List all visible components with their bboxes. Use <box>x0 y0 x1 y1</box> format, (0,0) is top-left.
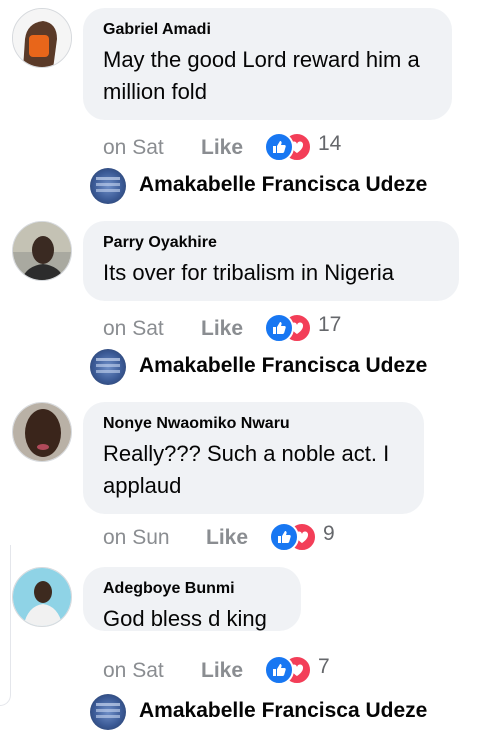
comment-timestamp[interactable]: on Sun <box>103 526 170 550</box>
comment-timestamp[interactable]: on Sat <box>103 317 164 341</box>
like-reaction-icon <box>264 132 294 162</box>
reply-avatar[interactable] <box>90 168 126 204</box>
reply-avatar[interactable] <box>90 694 126 730</box>
reaction-summary[interactable]: 9 <box>269 522 369 552</box>
avatar[interactable] <box>12 402 72 462</box>
comment-text: Really??? Such a noble act. I applaud <box>103 441 390 498</box>
like-button[interactable]: Like <box>206 526 248 550</box>
comment-meta: on Sat Like 14 <box>103 132 363 162</box>
like-reaction-icon <box>264 313 294 343</box>
comment-text: Its over for tribalism in Nigeria <box>103 260 394 285</box>
avatar[interactable] <box>12 567 72 627</box>
thread-connector-line <box>0 545 11 706</box>
comment-text: God bless d king <box>103 606 267 631</box>
reply-row[interactable]: Amakabelle Francisca Udeze <box>90 694 470 734</box>
comment-meta: on Sun Like 9 <box>103 522 363 552</box>
reaction-summary[interactable]: 17 <box>264 313 364 343</box>
reply-row[interactable]: Amakabelle Francisca Udeze <box>90 168 470 208</box>
reaction-count: 14 <box>318 132 342 155</box>
reaction-count: 9 <box>323 522 335 545</box>
comment-author[interactable]: Parry Oyakhire <box>103 233 439 253</box>
reply-row[interactable]: Amakabelle Francisca Udeze <box>90 349 470 389</box>
reply-author[interactable]: Amakabelle Francisca Udeze <box>139 354 427 378</box>
comment-bubble: Nonye Nwaomiko Nwaru Really??? Such a no… <box>83 402 424 514</box>
reaction-summary[interactable]: 7 <box>264 655 364 685</box>
comment-author[interactable]: Adegboye Bunmi <box>103 579 281 599</box>
comment-nonye-nwaomiko-nwaru: Nonye Nwaomiko Nwaru Really??? Such a no… <box>12 402 472 562</box>
comment-meta: on Sat Like 7 <box>103 655 363 685</box>
comment-bubble: Parry Oyakhire Its over for tribalism in… <box>83 221 459 301</box>
reply-author[interactable]: Amakabelle Francisca Udeze <box>139 699 427 723</box>
reaction-count: 17 <box>318 313 342 336</box>
reaction-summary[interactable]: 14 <box>264 132 364 162</box>
comment-timestamp[interactable]: on Sat <box>103 136 164 160</box>
avatar[interactable] <box>12 8 72 68</box>
comment-bubble: Adegboye Bunmi God bless d king <box>83 567 301 631</box>
comment-timestamp[interactable]: on Sat <box>103 659 164 683</box>
reply-avatar[interactable] <box>90 349 126 385</box>
comment-parry-oyakhire: Parry Oyakhire Its over for tribalism in… <box>12 221 472 391</box>
comment-gabriel-amadi: Gabriel Amadi May the good Lord reward h… <box>12 8 472 218</box>
like-button[interactable]: Like <box>201 317 243 341</box>
like-reaction-icon <box>269 522 299 552</box>
like-reaction-icon <box>264 655 294 685</box>
like-button[interactable]: Like <box>201 659 243 683</box>
comment-meta: on Sat Like 17 <box>103 313 363 343</box>
comment-text: May the good Lord reward him a million f… <box>103 47 420 104</box>
comment-adegboye-bunmi: Adegboye Bunmi God bless d king on Sat L… <box>12 567 472 742</box>
like-button[interactable]: Like <box>201 136 243 160</box>
comment-author[interactable]: Gabriel Amadi <box>103 20 432 40</box>
comment-bubble: Gabriel Amadi May the good Lord reward h… <box>83 8 452 120</box>
reply-author[interactable]: Amakabelle Francisca Udeze <box>139 173 427 197</box>
comment-author[interactable]: Nonye Nwaomiko Nwaru <box>103 414 404 434</box>
reaction-count: 7 <box>318 655 330 678</box>
avatar[interactable] <box>12 221 72 281</box>
